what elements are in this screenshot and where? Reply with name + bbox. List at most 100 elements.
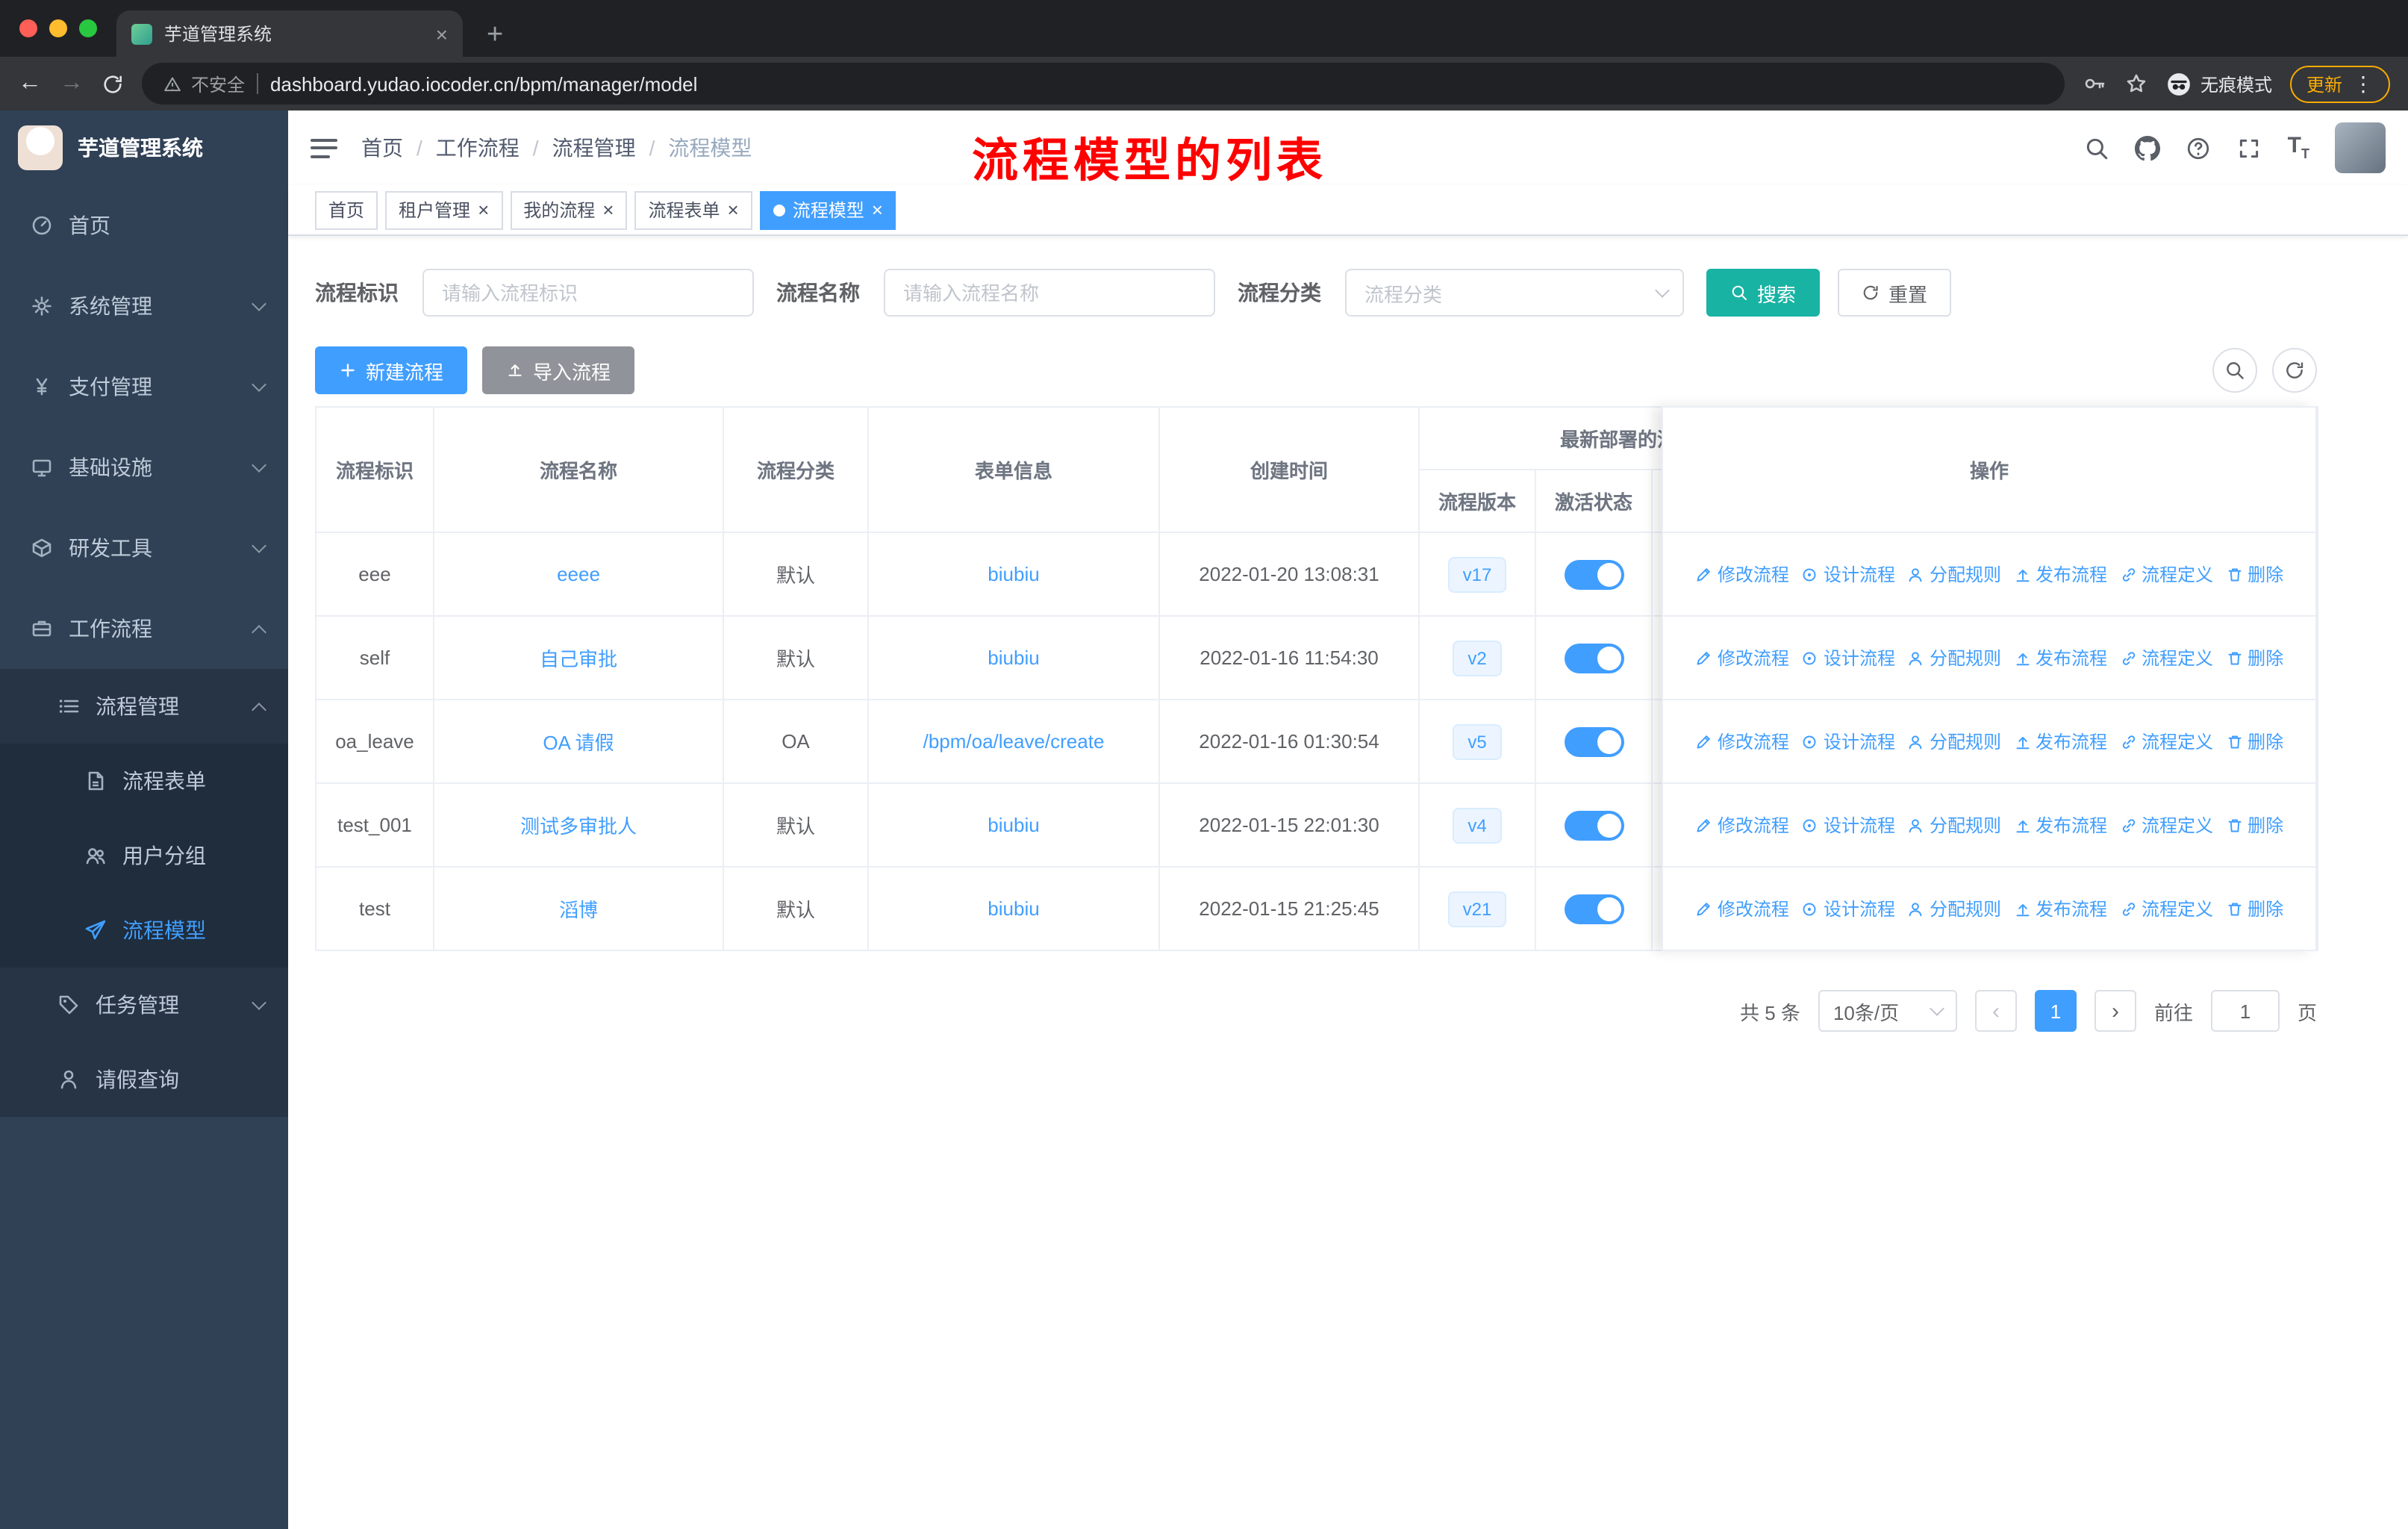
github-icon[interactable] bbox=[2136, 135, 2161, 161]
design-process-link[interactable]: 设计流程 bbox=[1801, 812, 1895, 838]
next-page-button[interactable]: › bbox=[2094, 990, 2136, 1032]
sidebar-item-user-group[interactable]: 用户分组 bbox=[0, 818, 288, 893]
breadcrumb-item[interactable]: 工作流程 bbox=[436, 133, 520, 163]
version-badge[interactable]: v2 bbox=[1453, 640, 1502, 676]
active-toggle[interactable] bbox=[1564, 643, 1623, 673]
publish-process-link[interactable]: 发布流程 bbox=[2013, 812, 2107, 838]
user-avatar[interactable] bbox=[2335, 122, 2386, 173]
address-bar[interactable]: 不安全 dashboard.yudao.iocoder.cn/bpm/manag… bbox=[142, 63, 2065, 105]
form-info-link[interactable]: biubiu bbox=[988, 897, 1039, 920]
tag-my-process[interactable]: 我的流程 × bbox=[510, 190, 628, 229]
form-info-link[interactable]: biubiu bbox=[988, 563, 1039, 585]
process-definition-link[interactable]: 流程定义 bbox=[2119, 896, 2213, 921]
tag-process-form[interactable]: 流程表单 × bbox=[634, 190, 752, 229]
sidebar-item-workflow[interactable]: 工作流程 bbox=[0, 588, 288, 669]
sidebar-item-payment[interactable]: 支付管理 bbox=[0, 346, 288, 427]
create-process-button[interactable]: 新建流程 bbox=[315, 346, 468, 394]
assign-rule-link[interactable]: 分配规则 bbox=[1907, 645, 2001, 670]
sidebar-item-system[interactable]: 系统管理 bbox=[0, 266, 288, 346]
active-toggle[interactable] bbox=[1564, 559, 1623, 589]
window-zoom-button[interactable] bbox=[79, 19, 97, 37]
sidebar-item-infrastructure[interactable]: 基础设施 bbox=[0, 427, 288, 508]
browser-tab[interactable]: 芋道管理系统 × bbox=[116, 10, 463, 57]
process-definition-link[interactable]: 流程定义 bbox=[2119, 561, 2213, 587]
breadcrumb-item[interactable]: 首页 bbox=[361, 133, 403, 163]
edit-process-link[interactable]: 修改流程 bbox=[1695, 645, 1789, 670]
publish-process-link[interactable]: 发布流程 bbox=[2013, 729, 2107, 754]
process-definition-link[interactable]: 流程定义 bbox=[2119, 645, 2213, 670]
new-tab-button[interactable]: + bbox=[487, 21, 503, 49]
sidebar-item-home[interactable]: 首页 bbox=[0, 185, 288, 266]
version-badge[interactable]: v17 bbox=[1447, 556, 1507, 592]
edit-process-link[interactable]: 修改流程 bbox=[1695, 812, 1789, 838]
process-name-link[interactable]: 测试多审批人 bbox=[520, 815, 637, 838]
process-id-input[interactable] bbox=[422, 269, 754, 317]
publish-process-link[interactable]: 发布流程 bbox=[2013, 561, 2107, 587]
browser-menu-icon[interactable]: ⋮ bbox=[2353, 71, 2374, 96]
delete-link[interactable]: 删除 bbox=[2225, 729, 2283, 754]
browser-update-button[interactable]: 更新 ⋮ bbox=[2289, 65, 2390, 102]
version-badge[interactable]: v21 bbox=[1447, 891, 1507, 927]
forward-icon[interactable]: → bbox=[60, 70, 84, 97]
version-badge[interactable]: v5 bbox=[1453, 723, 1502, 759]
delete-link[interactable]: 删除 bbox=[2225, 896, 2283, 921]
toggle-search-button[interactable] bbox=[2212, 348, 2257, 393]
edit-process-link[interactable]: 修改流程 bbox=[1695, 729, 1789, 754]
active-toggle[interactable] bbox=[1564, 894, 1623, 924]
close-icon[interactable]: × bbox=[602, 200, 614, 219]
version-badge[interactable]: v4 bbox=[1453, 807, 1502, 843]
form-info-link[interactable]: biubiu bbox=[988, 647, 1039, 669]
sidebar-item-leave-query[interactable]: 请假查询 bbox=[0, 1042, 288, 1117]
close-icon[interactable]: × bbox=[728, 200, 739, 219]
assign-rule-link[interactable]: 分配规则 bbox=[1907, 561, 2001, 587]
sidebar-item-task-management[interactable]: 任务管理 bbox=[0, 968, 288, 1042]
search-icon[interactable] bbox=[2085, 135, 2110, 161]
assign-rule-link[interactable]: 分配规则 bbox=[1907, 812, 2001, 838]
window-close-button[interactable] bbox=[19, 19, 37, 37]
sidebar-collapse-icon[interactable] bbox=[311, 138, 337, 158]
design-process-link[interactable]: 设计流程 bbox=[1801, 645, 1895, 670]
fullscreen-icon[interactable] bbox=[2237, 135, 2262, 161]
tag-process-model[interactable]: 流程模型 × bbox=[759, 190, 896, 229]
sidebar-item-process-form[interactable]: 流程表单 bbox=[0, 744, 288, 818]
goto-page-input[interactable] bbox=[2210, 990, 2280, 1032]
assign-rule-link[interactable]: 分配规则 bbox=[1907, 896, 2001, 921]
delete-link[interactable]: 删除 bbox=[2225, 812, 2283, 838]
prev-page-button[interactable]: ‹ bbox=[1974, 990, 2017, 1032]
process-definition-link[interactable]: 流程定义 bbox=[2119, 729, 2213, 754]
process-name-link[interactable]: eeee bbox=[557, 563, 600, 585]
design-process-link[interactable]: 设计流程 bbox=[1801, 896, 1895, 921]
process-name-input[interactable] bbox=[884, 269, 1215, 317]
delete-link[interactable]: 删除 bbox=[2225, 561, 2283, 587]
security-status[interactable]: 不安全 bbox=[163, 71, 245, 96]
font-size-icon[interactable]: TT bbox=[2288, 134, 2309, 161]
back-icon[interactable]: ← bbox=[18, 70, 42, 97]
sidebar-item-process-management[interactable]: 流程管理 bbox=[0, 669, 288, 744]
breadcrumb-item[interactable]: 流程管理 bbox=[552, 133, 636, 163]
help-icon[interactable] bbox=[2186, 135, 2212, 161]
active-toggle[interactable] bbox=[1564, 810, 1623, 840]
tag-tenant[interactable]: 租户管理 × bbox=[385, 190, 503, 229]
delete-link[interactable]: 删除 bbox=[2225, 645, 2283, 670]
window-minimize-button[interactable] bbox=[49, 19, 67, 37]
current-page[interactable]: 1 bbox=[2034, 990, 2077, 1032]
process-definition-link[interactable]: 流程定义 bbox=[2119, 812, 2213, 838]
active-toggle[interactable] bbox=[1564, 726, 1623, 756]
publish-process-link[interactable]: 发布流程 bbox=[2013, 645, 2107, 670]
edit-process-link[interactable]: 修改流程 bbox=[1695, 561, 1789, 587]
sidebar-logo[interactable]: 芋道管理系统 bbox=[0, 110, 288, 185]
design-process-link[interactable]: 设计流程 bbox=[1801, 561, 1895, 587]
search-button[interactable]: 搜索 bbox=[1706, 269, 1821, 317]
edit-process-link[interactable]: 修改流程 bbox=[1695, 896, 1789, 921]
form-info-link[interactable]: /bpm/oa/leave/create bbox=[923, 730, 1105, 753]
url-text[interactable]: dashboard.yudao.iocoder.cn/bpm/manager/m… bbox=[270, 72, 697, 95]
process-category-select[interactable]: 流程分类 bbox=[1345, 269, 1684, 317]
password-key-icon[interactable] bbox=[2083, 72, 2106, 96]
bookmark-star-icon[interactable] bbox=[2124, 72, 2148, 96]
form-info-link[interactable]: biubiu bbox=[988, 814, 1039, 836]
close-icon[interactable]: × bbox=[872, 200, 883, 219]
assign-rule-link[interactable]: 分配规则 bbox=[1907, 729, 2001, 754]
reload-icon[interactable] bbox=[102, 72, 124, 95]
refresh-table-button[interactable] bbox=[2272, 348, 2317, 393]
tag-home[interactable]: 首页 bbox=[315, 190, 378, 229]
